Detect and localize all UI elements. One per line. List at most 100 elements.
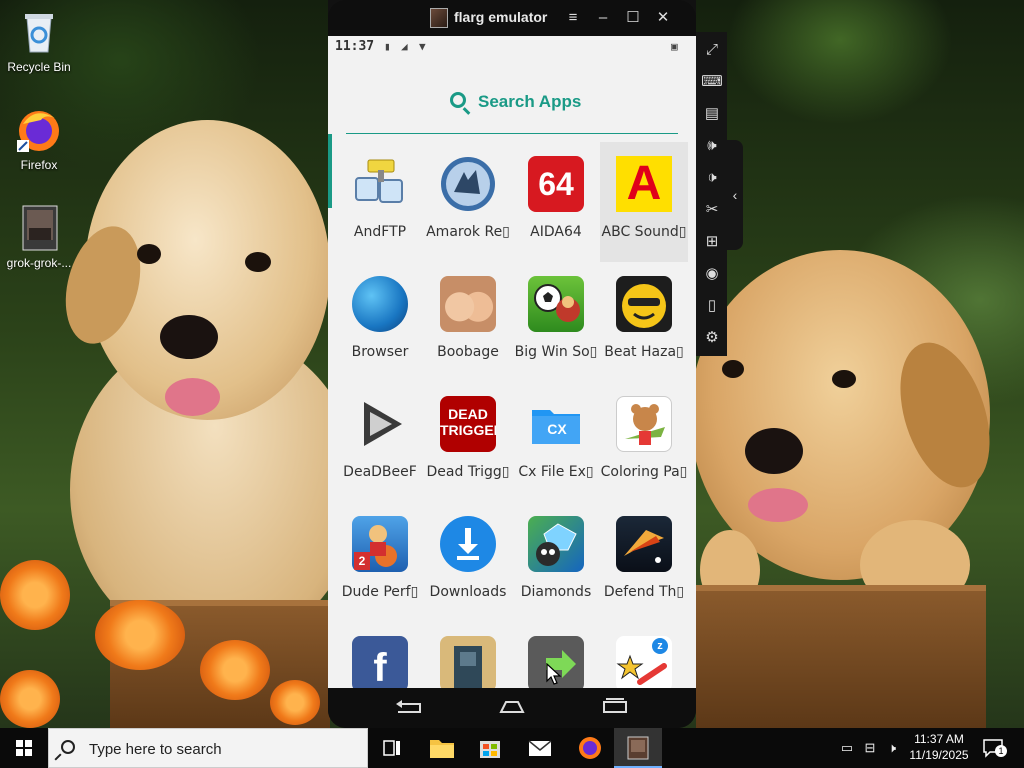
- notification-count: 1: [995, 745, 1007, 757]
- apk-install-icon[interactable]: ▤: [700, 102, 724, 126]
- app-defend-the[interactable]: Defend Th▯: [600, 502, 688, 622]
- emulator-title-bar[interactable]: flarg emulator ≡ – ☐ ✕: [328, 0, 696, 36]
- desktop-icon-image-file[interactable]: grok-grok-...: [1, 204, 77, 270]
- battery-icon: ▮: [384, 40, 391, 53]
- app-deadbeef[interactable]: DeaDBeeF: [336, 382, 424, 502]
- app-andftp[interactable]: AndFTP: [336, 142, 424, 262]
- app-name: Dude Perf▯: [341, 584, 419, 600]
- firefox-icon: [579, 737, 601, 759]
- task-view-button[interactable]: [368, 728, 416, 768]
- search-icon: [450, 92, 466, 108]
- app-browser[interactable]: Browser: [336, 262, 424, 382]
- taskbar-search-box[interactable]: Type here to search: [48, 728, 368, 768]
- app-dude-perfect[interactable]: 2 Dude Perf▯: [336, 502, 424, 622]
- app-boobage[interactable]: Boobage: [424, 262, 512, 382]
- recent-apps-button[interactable]: [600, 698, 630, 716]
- notification-center-button[interactable]: 1: [980, 736, 1008, 760]
- multi-instance-icon[interactable]: ⊞: [700, 230, 724, 254]
- keyboard-icon[interactable]: ⌨: [700, 70, 724, 94]
- meet-now-icon[interactable]: ▭: [839, 740, 855, 756]
- abc-sound-icon-text: A: [626, 157, 662, 210]
- toolbar-collapse-chevron-icon[interactable]: ‹: [727, 140, 743, 250]
- app-amarok-remote[interactable]: Amarok Re▯: [424, 142, 512, 262]
- task-view-icon: [383, 740, 400, 756]
- home-button[interactable]: [497, 698, 527, 716]
- search-apps-bar[interactable]: Search Apps: [346, 86, 678, 134]
- desktop-icon-firefox[interactable]: Firefox: [1, 106, 77, 172]
- app-name: AndFTP: [353, 224, 407, 240]
- aida64-icon: 64: [528, 156, 584, 212]
- shake-icon[interactable]: ▯: [700, 294, 724, 318]
- beat-hazard-icon: [616, 276, 672, 332]
- volume-down-icon[interactable]: 🕩: [700, 166, 724, 190]
- app-abc-sound[interactable]: A ABC Sound▯: [600, 142, 688, 262]
- dead-trigger-icon: DEAD TRIGGER: [440, 396, 496, 452]
- store-icon: [480, 741, 500, 758]
- app-diamonds[interactable]: Diamonds: [512, 502, 600, 622]
- app-name: Downloads: [429, 584, 507, 600]
- app-facebook[interactable]: f: [336, 622, 424, 688]
- app-big-win-soccer[interactable]: Big Win So▯: [512, 262, 600, 382]
- image-file-icon: [15, 204, 63, 252]
- facebook-icon: f: [352, 636, 408, 688]
- clock-time: 11:37 AM: [914, 732, 964, 746]
- back-button[interactable]: [394, 698, 424, 716]
- orange-flower: [270, 680, 320, 725]
- mail-button[interactable]: [516, 728, 564, 768]
- scroll-indicator: [328, 134, 332, 208]
- flarg-emulator-taskbar-button[interactable]: [614, 728, 662, 768]
- volume-muted-icon[interactable]: 🕨: [884, 740, 900, 756]
- app-door[interactable]: [424, 622, 512, 688]
- app-name: Beat Haza▯: [604, 344, 684, 360]
- left-puppy-eye: [137, 244, 161, 264]
- file-explorer-button[interactable]: [418, 728, 466, 768]
- app-cx-file-explorer[interactable]: CX Cx File Ex▯: [512, 382, 600, 502]
- folder-icon: CX: [528, 396, 584, 452]
- app-dead-trigger[interactable]: DEAD TRIGGER Dead Trigg▯: [424, 382, 512, 502]
- mouse-cursor-icon: [546, 663, 562, 685]
- emulator-side-toolbar: ⤢ ⌨ ▤ 🕪 🕩 ✂ ⊞ ◉ ▯ ⚙: [696, 32, 727, 356]
- signal-icon: ◢: [401, 40, 408, 53]
- app-beat-hazard[interactable]: Beat Haza▯: [600, 262, 688, 382]
- app-aida64[interactable]: 64 AIDA64: [512, 142, 600, 262]
- play-triangle-icon: [352, 396, 408, 452]
- microsoft-store-button[interactable]: [466, 728, 514, 768]
- screenshot-scissors-icon[interactable]: ✂: [700, 198, 724, 222]
- volume-up-icon[interactable]: 🕪: [700, 134, 724, 158]
- start-button[interactable]: [0, 728, 48, 768]
- clock-date: 11/19/2025: [909, 748, 969, 762]
- emulator-title: flarg emulator: [454, 9, 548, 25]
- app-stars-sleep[interactable]: z: [600, 622, 688, 688]
- right-puppy-tongue: [748, 488, 808, 522]
- taskbar-clock[interactable]: 11:37 AM 11/19/2025: [904, 731, 974, 763]
- andftp-icon: [352, 156, 408, 212]
- minimize-icon[interactable]: –: [591, 6, 615, 30]
- orange-flower: [0, 670, 60, 728]
- menu-icon[interactable]: ≡: [561, 6, 585, 30]
- settings-gear-icon[interactable]: ⚙: [700, 326, 724, 350]
- app-name: ABC Sound▯: [601, 224, 687, 240]
- app-coloring-pages[interactable]: Coloring Pa▯: [600, 382, 688, 502]
- firefox-taskbar-button[interactable]: [566, 728, 614, 768]
- close-icon[interactable]: ✕: [651, 6, 675, 30]
- android-status-bar: 11:37 ▮ ◢ ▼ ▣: [328, 36, 696, 58]
- facebook-icon-text: f: [373, 646, 387, 688]
- aida64-icon-text: 64: [538, 166, 574, 202]
- desktop-icon-recycle-bin[interactable]: Recycle Bin: [1, 8, 77, 74]
- android-navigation-bar: [328, 688, 696, 728]
- fullscreen-icon[interactable]: ⤢: [700, 38, 724, 62]
- maximize-icon[interactable]: ☐: [621, 6, 645, 30]
- wolf-icon: [440, 156, 496, 212]
- download-icon: [440, 516, 496, 572]
- right-puppy-nose: [745, 428, 803, 474]
- location-icon[interactable]: ◉: [700, 262, 724, 286]
- app-name: Amarok Re▯: [426, 224, 510, 240]
- search-apps-label: Search Apps: [478, 92, 582, 111]
- firefox-icon: [15, 106, 63, 154]
- orange-flower: [200, 640, 270, 700]
- app-downloads[interactable]: Downloads: [424, 502, 512, 622]
- app-name: Big Win So▯: [514, 344, 598, 360]
- orange-flower: [0, 560, 70, 630]
- network-icon[interactable]: ⊟: [862, 740, 878, 756]
- globe-icon: [352, 276, 408, 332]
